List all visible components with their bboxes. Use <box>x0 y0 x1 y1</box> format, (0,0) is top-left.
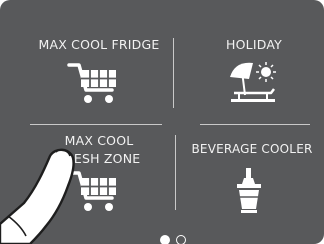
control-screen: MAX COOL FRIDGE HOLIDAY MAX COOL FRESH Z… <box>0 0 324 244</box>
pointing-hand-icon <box>0 148 75 244</box>
